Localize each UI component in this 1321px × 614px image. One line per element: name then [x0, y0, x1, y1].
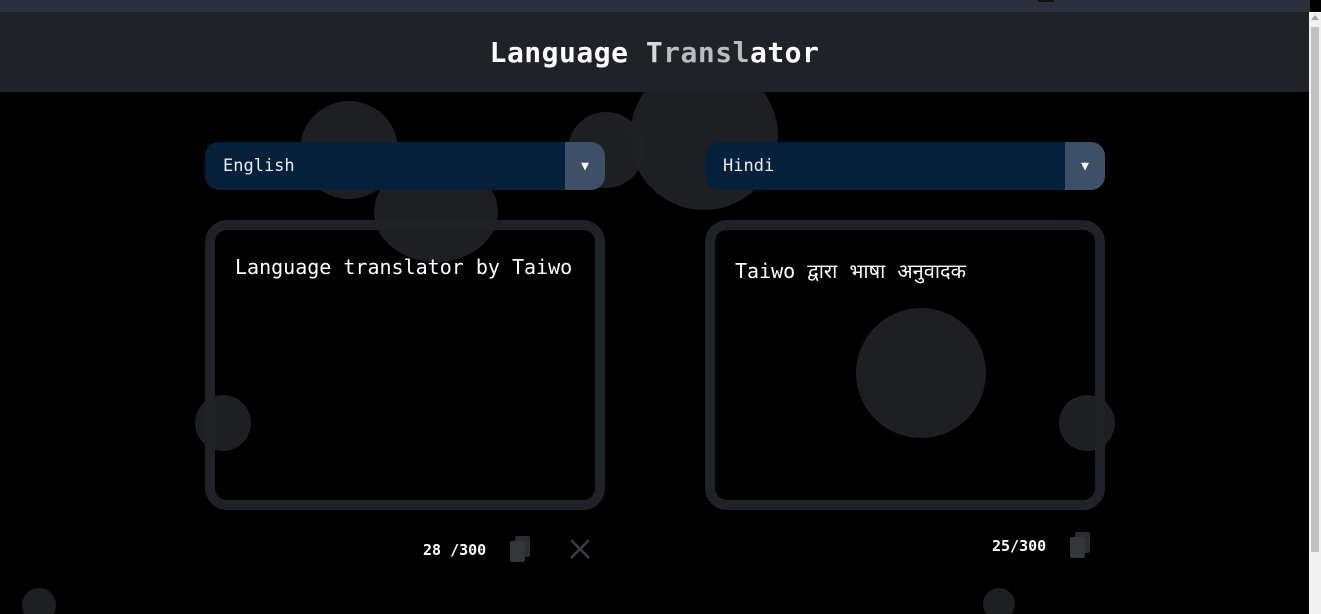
scrollbar-up-arrow[interactable]: [1311, 15, 1319, 20]
source-language-select[interactable]: English ▼: [205, 142, 605, 190]
title-part-1: Language: [489, 35, 646, 69]
source-text-input[interactable]: [235, 252, 580, 482]
target-language-value: Hindi: [723, 156, 775, 176]
target-language-select[interactable]: Hindi ▼: [705, 142, 1105, 190]
copy-icon[interactable]: [1068, 531, 1092, 563]
chevron-down-icon[interactable]: ▼: [1065, 142, 1105, 190]
source-char-count: 28 /300: [423, 541, 487, 559]
title-part-2: T: [645, 35, 664, 69]
close-icon[interactable]: [569, 538, 591, 564]
scrollbar-thumb[interactable]: [1311, 27, 1319, 552]
app-header: Language Translator: [0, 12, 1309, 92]
page-title: Language Translator: [490, 36, 820, 69]
copy-icon[interactable]: [508, 535, 532, 567]
translated-text-output: Taiwo द्वारा भाषा अनुवादक: [735, 259, 967, 283]
scrollbar[interactable]: [1309, 12, 1321, 614]
title-part-4: ator: [749, 35, 820, 69]
main-area: English ▼ Hindi ▼ Taiwo द्वारा भाषा अनुव…: [0, 92, 1309, 614]
chevron-down-icon[interactable]: ▼: [565, 142, 605, 190]
title-part-3: ransl: [663, 35, 750, 69]
bg-bubble: [22, 588, 56, 614]
source-text-box: [205, 220, 605, 510]
browser-top-strip: [0, 0, 1310, 12]
target-text-box: Taiwo द्वारा भाषा अनुवादक: [705, 220, 1105, 510]
top-strip-mark: [1038, 0, 1054, 2]
bg-bubble: [983, 588, 1015, 614]
source-language-value: English: [223, 156, 295, 176]
target-char-count: 25/300: [992, 537, 1047, 555]
